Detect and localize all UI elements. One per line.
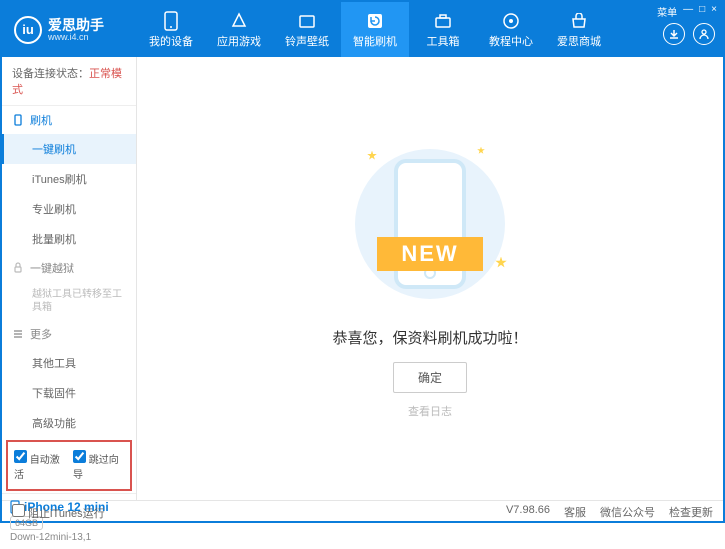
tab-label: 工具箱: [427, 33, 460, 49]
logo-area: iu 爱思助手 www.i4.cn: [2, 16, 137, 44]
app-header: 菜单 — □ × iu 爱思助手 www.i4.cn 我的设备 应用游戏 铃声壁…: [2, 2, 723, 57]
folder-icon: [297, 11, 317, 31]
flash-icon: [12, 114, 24, 126]
checkbox-row: 自动激活 跳过向导: [6, 440, 132, 491]
checkbox-label: 阻止iTunes运行: [28, 508, 105, 520]
auto-activate-checkbox[interactable]: 自动激活: [14, 450, 65, 481]
tab-ringtones[interactable]: 铃声壁纸: [273, 2, 341, 57]
tab-label: 应用游戏: [217, 33, 261, 49]
nav-tabs: 我的设备 应用游戏 铃声壁纸 智能刷机 工具箱 教程中心 爱思商城: [137, 2, 613, 57]
tab-label: 教程中心: [489, 33, 533, 49]
skip-guide-checkbox[interactable]: 跳过向导: [73, 450, 124, 481]
sidebar-item-download-fw[interactable]: 下载固件: [2, 378, 136, 408]
sidebar-item-advanced[interactable]: 高级功能: [2, 408, 136, 438]
tab-label: 我的设备: [149, 33, 193, 49]
sidebar: 设备连接状态：正常模式 刷机 一键刷机 iTunes刷机 专业刷机 批量刷机 一…: [2, 57, 137, 500]
service-link[interactable]: 客服: [564, 504, 586, 520]
check-update-link[interactable]: 检查更新: [669, 504, 713, 520]
tab-label: 智能刷机: [353, 33, 397, 49]
device-info[interactable]: iPhone 12 mini 64GB Down-12mini-13,1: [2, 493, 136, 549]
tab-tutorials[interactable]: 教程中心: [477, 2, 545, 57]
success-message: 恭喜您，保资料刷机成功啦！: [332, 327, 527, 348]
tab-toolbox[interactable]: 工具箱: [409, 2, 477, 57]
section-label: 更多: [30, 326, 52, 342]
book-icon: [501, 11, 521, 31]
sidebar-item-oneclick-flash[interactable]: 一键刷机: [2, 134, 136, 164]
tab-my-device[interactable]: 我的设备: [137, 2, 205, 57]
app-name: 爱思助手: [48, 18, 104, 32]
ok-button[interactable]: 确定: [393, 362, 467, 393]
section-more[interactable]: 更多: [2, 320, 136, 348]
sidebar-item-pro-flash[interactable]: 专业刷机: [2, 194, 136, 224]
section-label: 刷机: [30, 112, 52, 128]
tab-label: 铃声壁纸: [285, 33, 329, 49]
wechat-link[interactable]: 微信公众号: [600, 504, 655, 520]
tab-label: 爱思商城: [557, 33, 601, 49]
download-button[interactable]: [663, 23, 685, 45]
main-content: NEW 恭喜您，保资料刷机成功啦！ 确定 查看日志: [137, 57, 723, 500]
lock-icon: [12, 262, 24, 274]
app-url: www.i4.cn: [48, 32, 104, 42]
tab-flash[interactable]: 智能刷机: [341, 2, 409, 57]
section-label: 一键越狱: [30, 260, 74, 276]
jailbreak-tip: 越狱工具已转移至工具箱: [2, 282, 136, 320]
store-icon: [569, 11, 589, 31]
view-log-link[interactable]: 查看日志: [408, 403, 452, 419]
block-itunes-checkbox[interactable]: 阻止iTunes运行: [12, 504, 105, 521]
toolbox-icon: [433, 11, 453, 31]
new-ribbon: NEW: [377, 237, 482, 271]
success-illustration: NEW: [345, 139, 515, 309]
tab-apps[interactable]: 应用游戏: [205, 2, 273, 57]
sidebar-item-batch-flash[interactable]: 批量刷机: [2, 224, 136, 254]
status-label: 设备连接状态：: [12, 68, 89, 80]
header-right: [663, 2, 715, 57]
user-button[interactable]: [693, 23, 715, 45]
app-logo-icon: iu: [14, 16, 42, 44]
tab-store[interactable]: 爱思商城: [545, 2, 613, 57]
sidebar-item-itunes-flash[interactable]: iTunes刷机: [2, 164, 136, 194]
section-jailbreak: 一键越狱: [2, 254, 136, 282]
phone-icon: [161, 11, 181, 31]
sidebar-item-other-tools[interactable]: 其他工具: [2, 348, 136, 378]
device-detail: Down-12mini-13,1: [10, 532, 128, 543]
connection-status: 设备连接状态：正常模式: [2, 57, 136, 106]
more-icon: [12, 328, 24, 340]
version-text: V7.98.66: [506, 504, 550, 520]
apps-icon: [229, 11, 249, 31]
section-flash[interactable]: 刷机: [2, 106, 136, 134]
refresh-icon: [365, 11, 385, 31]
